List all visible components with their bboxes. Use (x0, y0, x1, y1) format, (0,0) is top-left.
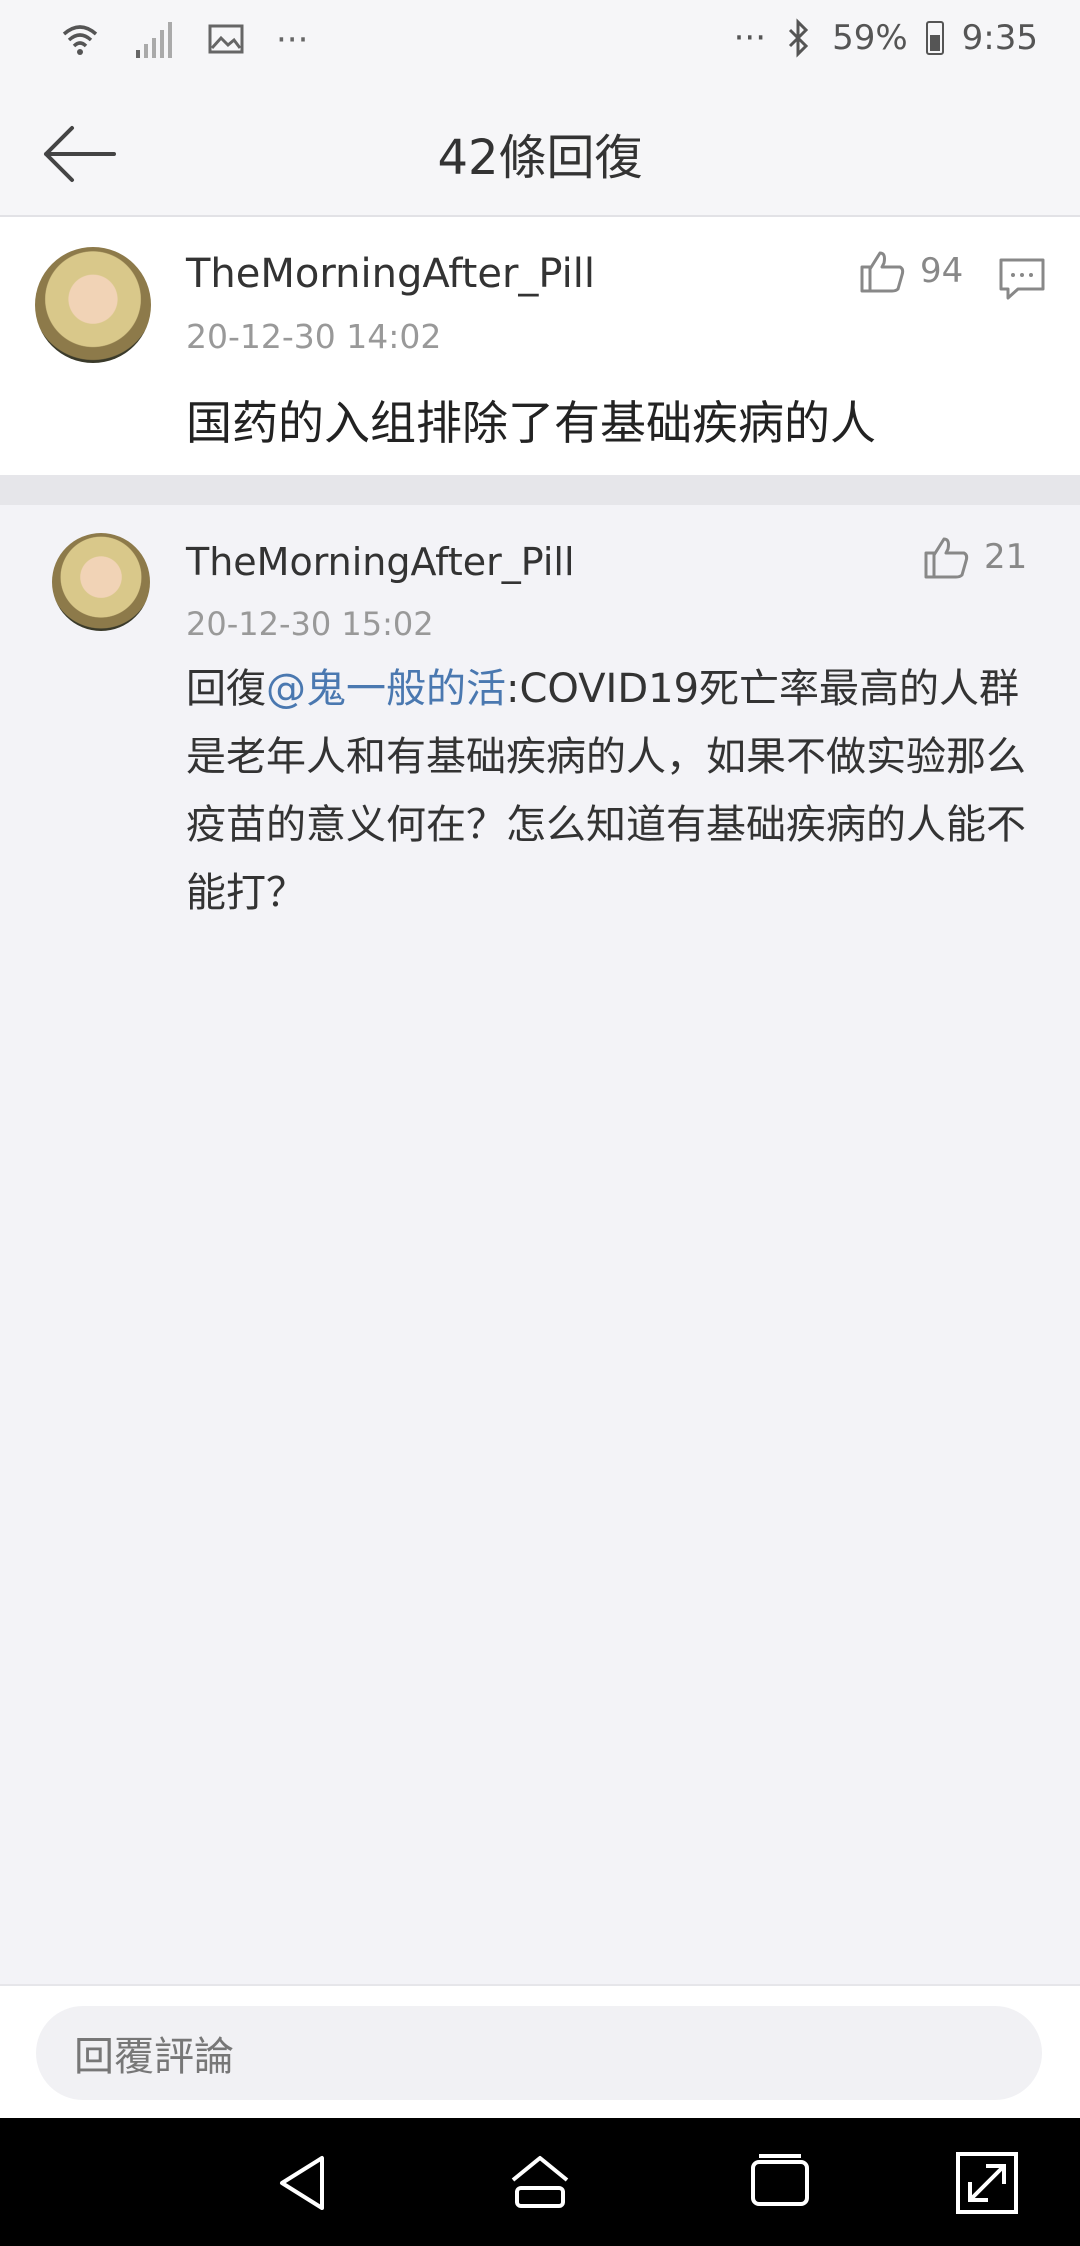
thumbs-up-icon (924, 537, 969, 579)
like-count: 94 (920, 251, 964, 291)
nav-home-icon[interactable] (505, 2148, 575, 2218)
image-icon (208, 24, 244, 54)
status-dots-left: ··· (276, 20, 309, 60)
reply-timestamp: 20-12-30 15:02 (186, 605, 434, 643)
status-dots-right: ··· (733, 18, 767, 58)
nav-recent-icon[interactable] (745, 2148, 815, 2218)
status-bar: ··· ··· 59% 9:35 (0, 0, 1080, 90)
mention-link[interactable]: @鬼一般的活 (266, 666, 506, 712)
reply-prefix: 回復 (186, 666, 266, 712)
comment-text: 国药的入组排除了有基础疾病的人 (186, 396, 876, 450)
main-comment: TheMorningAfter_Pill 20-12-30 14:02 94 国… (0, 217, 1080, 475)
status-time: 9:35 (961, 18, 1038, 58)
reply-text: 回復@鬼一般的活:COVID19死亡率最高的人群是老年人和有基础疾病的人，如果不… (186, 655, 1036, 927)
like-button[interactable]: 94 (858, 247, 963, 295)
page-header: 42條回復 (0, 90, 1080, 217)
timestamp: 20-12-30 14:02 (186, 317, 442, 356)
reply-bar: 回覆評論 (0, 1984, 1080, 2118)
avatar[interactable] (52, 533, 150, 631)
section-divider (0, 475, 1080, 505)
signal-icon (136, 22, 172, 58)
battery-icon (925, 21, 944, 55)
thumbs-up-icon (860, 251, 905, 293)
reply-like-count: 21 (984, 537, 1028, 577)
battery-percent: 59% (832, 18, 908, 58)
avatar[interactable] (35, 247, 151, 363)
page-title: 42條回復 (437, 130, 643, 186)
comment-icon[interactable] (998, 257, 1046, 301)
nav-expand-icon[interactable] (952, 2148, 1022, 2218)
system-nav-bar (0, 2118, 1080, 2246)
wifi-icon (62, 25, 98, 55)
reply-username[interactable]: TheMorningAfter_Pill (186, 540, 575, 584)
reply-input[interactable]: 回覆評論 (36, 2006, 1042, 2100)
bluetooth-icon (789, 18, 809, 58)
username[interactable]: TheMorningAfter_Pill (186, 251, 595, 297)
reply-like-button[interactable]: 21 (922, 533, 1027, 581)
nav-back-icon[interactable] (270, 2148, 340, 2218)
